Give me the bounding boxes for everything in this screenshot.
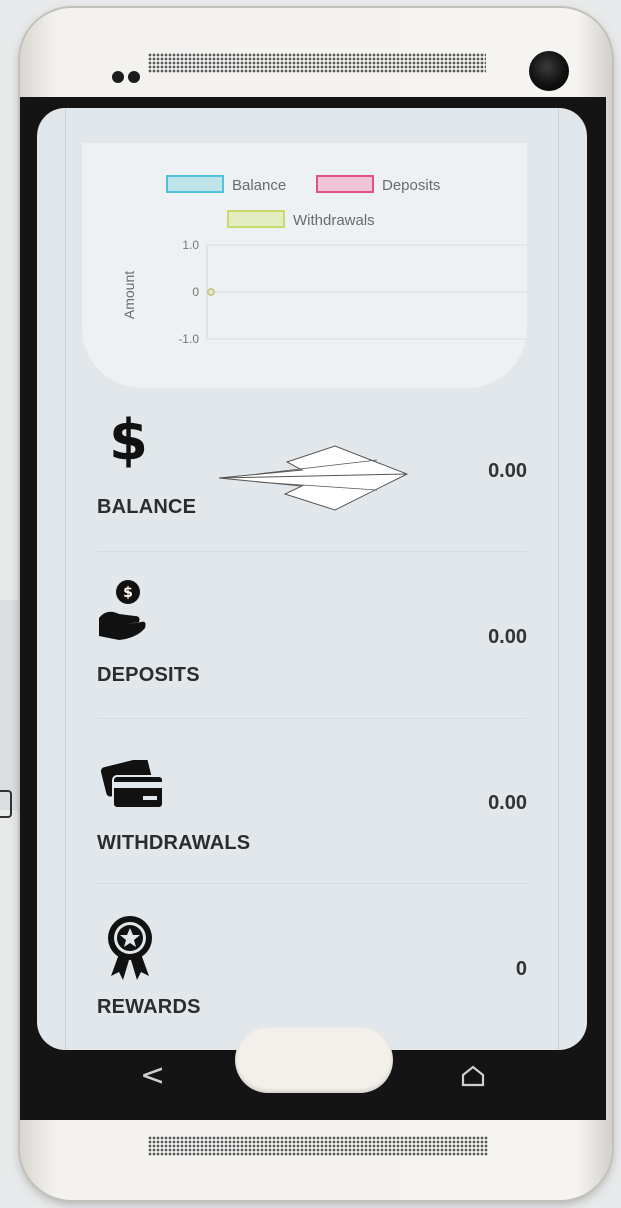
divider: [97, 551, 527, 552]
deposits-value: 0.00: [488, 626, 527, 648]
withdrawals-value: 0.00: [488, 792, 527, 814]
rewards-value: 0: [515, 958, 527, 980]
y-tick-label: 1.0: [182, 238, 199, 252]
divider: [97, 718, 527, 719]
y-tick-label: -1.0: [178, 332, 199, 346]
award-ribbon-icon: [108, 916, 152, 980]
background-edge-tab: [0, 790, 12, 818]
svg-text:$: $: [123, 585, 133, 601]
rewards-row[interactable]: REWARDS 0: [97, 908, 527, 1018]
content-border-left: [65, 108, 66, 1050]
y-tick-label: 0: [192, 285, 199, 299]
arrow-annotation-icon: [218, 445, 409, 511]
bottom-speaker-grille: [148, 1136, 488, 1156]
cards-icon: [100, 760, 164, 809]
home-button[interactable]: [235, 1027, 393, 1093]
balance-value: 0.00: [488, 460, 527, 482]
home-icon[interactable]: [460, 1064, 486, 1088]
withdrawals-row[interactable]: WITHDRAWALS 0.00: [97, 748, 527, 858]
balance-row[interactable]: $ BALANCE 0.00: [97, 408, 527, 528]
divider: [97, 883, 527, 884]
summary-chart: Balance Deposits Withdrawals Amount 1.0 0…: [82, 143, 527, 388]
top-speaker-grille: [148, 53, 486, 73]
rewards-label: REWARDS: [97, 996, 201, 1018]
withdrawals-label: WITHDRAWALS: [97, 832, 251, 854]
front-camera: [529, 51, 569, 91]
content-border-right: [558, 108, 559, 1050]
y-axis-label: Amount: [121, 271, 137, 319]
dollar-icon: $: [109, 408, 148, 473]
balance-label: BALANCE: [97, 496, 197, 518]
app-screen: Balance Deposits Withdrawals Amount 1.0 0…: [37, 108, 587, 1050]
line-chart: Amount 1.0 0 -1.0: [121, 238, 527, 346]
sensor-dots: [112, 70, 144, 88]
deposits-label: DEPOSITS: [97, 664, 200, 686]
back-icon[interactable]: <: [140, 1058, 165, 1093]
deposits-row[interactable]: $ DEPOSITS 0.00: [97, 578, 527, 688]
deposit-hand-icon: $: [99, 580, 146, 640]
